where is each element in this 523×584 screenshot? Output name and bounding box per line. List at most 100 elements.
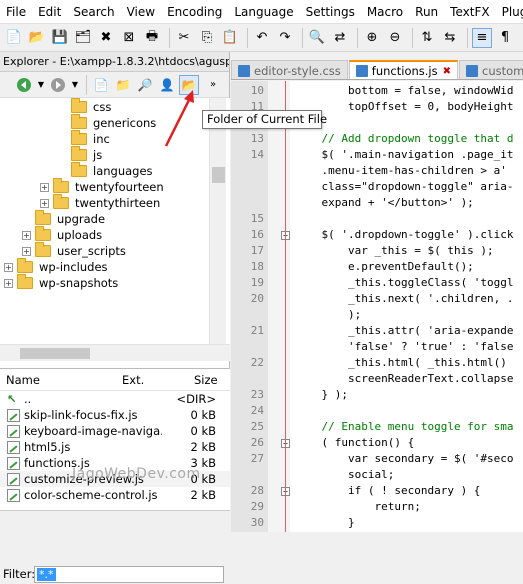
tree-node[interactable]: languages [58, 162, 153, 179]
zoom-out-icon[interactable]: ⊖ [385, 28, 405, 48]
tree-node[interactable]: + uploads [22, 226, 103, 243]
code-editor[interactable]: 1011121314151617181920212223242526272829… [231, 81, 523, 532]
file-size: <DIR> [176, 392, 216, 406]
cut-icon[interactable]: ✂ [174, 28, 194, 48]
tree-node[interactable]: js [58, 146, 102, 163]
menu-encoding[interactable]: Encoding [161, 0, 228, 24]
tree-node-label: user_scripts [57, 244, 126, 258]
column-size[interactable]: Size [194, 373, 230, 387]
open-file-icon[interactable]: 📂 [27, 28, 47, 48]
expand-icon[interactable]: + [22, 230, 31, 240]
folder-icon [71, 98, 87, 113]
find-icon[interactable]: 🔍 [307, 28, 327, 48]
paste-icon[interactable]: 📋 [220, 28, 240, 48]
menu-settings[interactable]: Settings [300, 0, 361, 24]
print-icon[interactable]: 🖶 [142, 28, 162, 48]
new-folder-icon[interactable]: 📁 [113, 75, 133, 95]
zoom-in-icon[interactable]: ⊕ [362, 28, 382, 48]
expand-icon[interactable]: + [22, 246, 31, 256]
sync-horizontal-icon[interactable]: ⇆ [440, 28, 460, 48]
menu-plugins[interactable]: Plugins [496, 0, 523, 24]
file-row[interactable]: color-scheme-control.js 2 kB [0, 487, 230, 503]
tree-node[interactable]: + twentyfourteen [40, 178, 164, 195]
tree-node[interactable]: genericons [58, 114, 156, 131]
menu-search[interactable]: Search [67, 0, 120, 24]
forward-icon[interactable] [48, 75, 68, 95]
more-icon[interactable]: » [203, 75, 223, 95]
expand-icon[interactable]: + [4, 278, 13, 288]
sync-vertical-icon[interactable]: ⇅ [417, 28, 437, 48]
new-file-icon[interactable]: 📄 [91, 75, 111, 95]
tree-node[interactable]: inc [58, 130, 110, 147]
show-all-chars-icon[interactable]: ¶ [495, 28, 515, 48]
code-line: _this.next( '.children, . [295, 292, 514, 305]
menu-textfx[interactable]: TextFX [444, 0, 495, 24]
tab-active[interactable]: functions.js ✖ [348, 60, 458, 79]
tab-file[interactable]: editor-style.css [231, 60, 348, 79]
tree-node[interactable]: css [58, 98, 111, 115]
code-line: screenReaderText.collapse [295, 372, 514, 385]
file-size: 0 kB [190, 424, 216, 438]
folder-icon [35, 226, 51, 241]
code-line: class="dropdown-toggle" aria- [295, 180, 514, 193]
file-row[interactable]: ↖.. <DIR> [0, 391, 230, 407]
scrollbar-thumb[interactable] [20, 348, 90, 359]
tree-node-label: uploads [57, 228, 103, 242]
forward-dropdown-icon[interactable]: ▼ [70, 75, 80, 95]
replace-icon[interactable]: ⇄ [330, 28, 350, 48]
tree-node[interactable]: + wp-snapshots [4, 274, 118, 291]
file-row[interactable]: html5.js 2 kB [0, 439, 230, 455]
watermark: JagoWebDev.com [72, 466, 201, 482]
word-wrap-icon[interactable]: ≡ [472, 27, 492, 48]
tab-file[interactable]: customize-previ [459, 60, 523, 79]
save-all-icon[interactable]: 🗂 [73, 28, 93, 48]
find-in-files-icon[interactable]: 🔎 [135, 75, 155, 95]
tree-node[interactable]: upgrade [22, 210, 105, 227]
line-number: 24 [250, 404, 264, 417]
menu-language[interactable]: Language [228, 0, 299, 24]
line-number: 29 [250, 500, 264, 513]
save-icon[interactable]: 💾 [50, 28, 70, 48]
code-line: $( '.main-navigation .page_it [295, 148, 514, 161]
folder-icon [53, 194, 69, 209]
new-file-icon[interactable]: 📄 [4, 28, 24, 48]
code-line: } ); [295, 388, 348, 401]
menu-edit[interactable]: Edit [32, 0, 67, 24]
filter-input[interactable]: *.* [34, 566, 224, 583]
redo-icon[interactable]: ↷ [275, 28, 295, 48]
code-line: var secondary = $( '#seco [295, 452, 514, 465]
file-row[interactable]: keyboard-image-naviga... 0 kB [0, 423, 230, 439]
tree-horizontal-scrollbar[interactable] [0, 344, 230, 361]
tree-node[interactable]: + wp-includes [4, 258, 108, 275]
expand-icon[interactable]: + [40, 182, 49, 192]
js-file-icon [7, 440, 20, 454]
back-dropdown-icon[interactable]: ▼ [36, 75, 46, 95]
menu-view[interactable]: View [121, 0, 161, 24]
folder-icon [35, 242, 51, 257]
copy-icon[interactable]: ⎘ [197, 28, 217, 48]
menu-file[interactable]: File [0, 0, 32, 24]
column-ext[interactable]: Ext. [122, 373, 194, 387]
menu-macro[interactable]: Macro [361, 0, 409, 24]
close-file-icon[interactable]: ✖ [96, 28, 116, 48]
expand-icon[interactable]: + [40, 198, 49, 208]
undo-icon[interactable]: ↶ [252, 28, 272, 48]
menu-run[interactable]: Run [409, 0, 444, 24]
tree-node[interactable]: + user_scripts [22, 242, 126, 259]
tree-node[interactable]: + twentythirteen [40, 194, 160, 211]
fold-margin[interactable]: −−− [268, 81, 290, 532]
column-name[interactable]: Name [0, 373, 122, 387]
folder-icon [35, 210, 51, 225]
file-icon [355, 65, 368, 77]
file-name: color-scheme-control.js [24, 488, 158, 502]
tree-node-label: twentyfourteen [75, 180, 164, 194]
folder-icon [17, 258, 33, 273]
file-size: 0 kB [190, 408, 216, 422]
expand-icon[interactable]: + [4, 262, 13, 272]
file-row[interactable]: skip-link-focus-fix.js 0 kB [0, 407, 230, 423]
back-icon[interactable] [14, 75, 34, 95]
line-number: 21 [250, 324, 264, 337]
close-all-icon[interactable]: ⊠ [119, 28, 139, 48]
tab-close-icon[interactable]: ✖ [443, 66, 451, 77]
js-file-icon [7, 408, 20, 422]
